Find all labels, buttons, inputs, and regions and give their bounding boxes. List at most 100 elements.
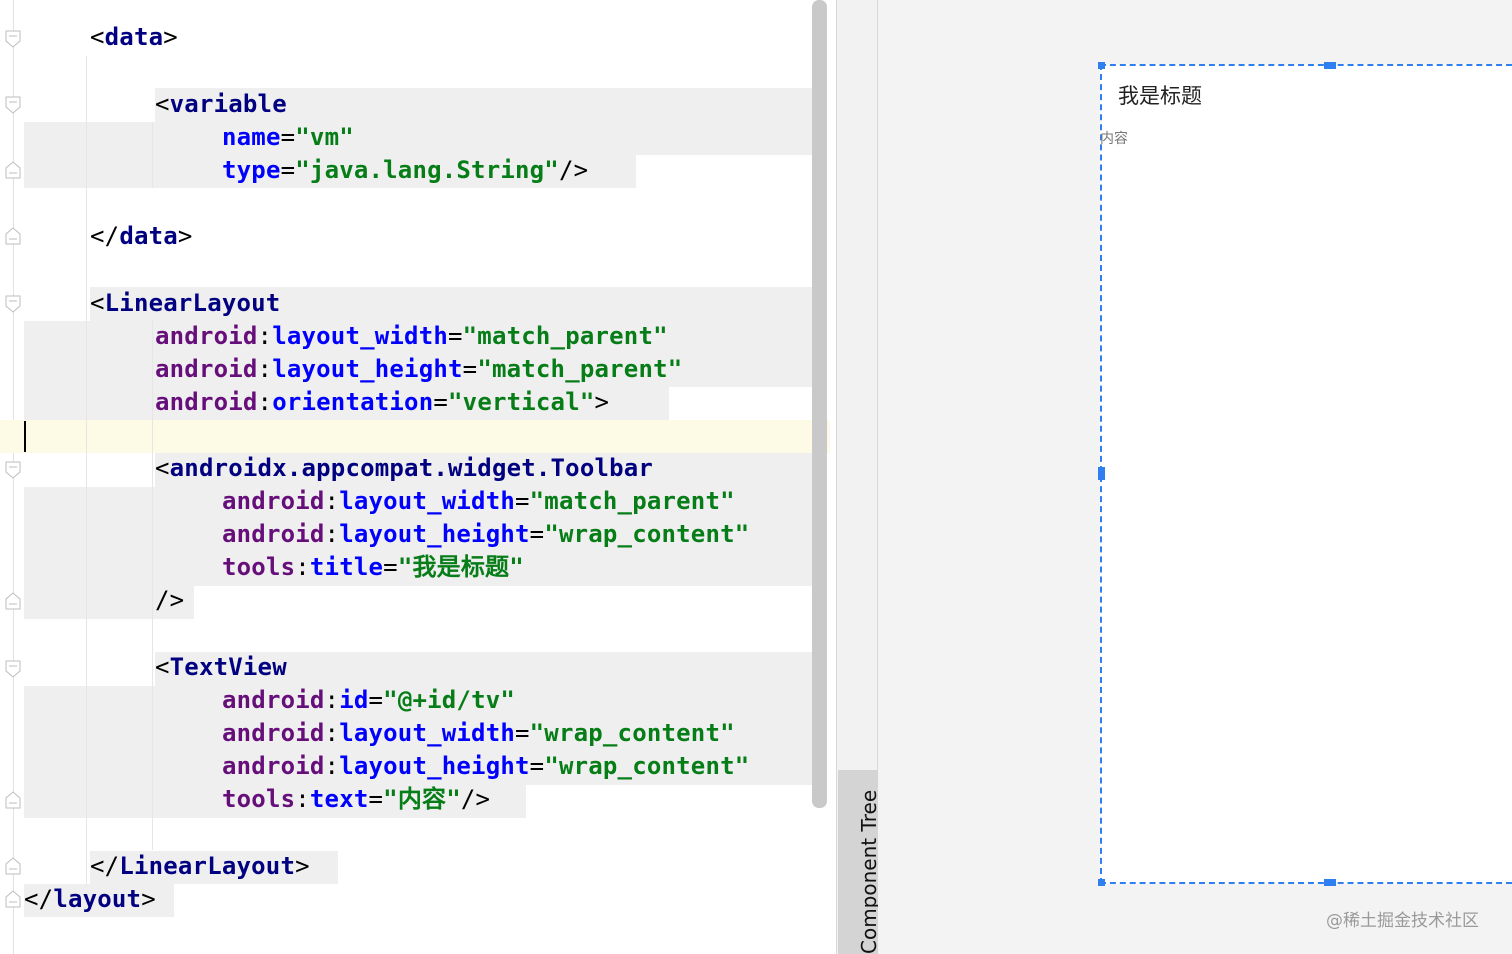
indent-guide [86,56,87,886]
code-line[interactable]: /> [155,584,184,617]
code-token: : [324,487,340,515]
code-token: androidx.appcompat.widget.Toolbar [169,454,654,482]
vertical-scrollbar[interactable] [812,0,827,808]
resize-handle[interactable] [1098,467,1105,480]
code-token: > [163,23,178,51]
code-line[interactable]: android:layout_height="wrap_content" [222,518,749,551]
code-token: layout_width [272,322,448,350]
code-token: = [448,322,463,350]
code-token: < [155,653,170,681]
code-line[interactable]: android:layout_height="match_parent" [155,353,682,386]
textview-preview[interactable]: 内容 [1100,128,1128,148]
component-tree-label[interactable]: Component Tree [857,790,881,954]
code-line[interactable]: android:id="@+id/tv" [222,684,515,717]
code-token: </ [90,852,120,880]
code-token: title [309,553,384,581]
code-token: = [515,719,530,747]
fold-close-icon[interactable] [5,890,21,908]
code-token: layout_width [339,487,515,515]
toolbar-title[interactable]: 我是标题 [1118,80,1202,110]
fold-open-icon[interactable] [5,295,21,313]
watermark: @稀土掘金技术社区 [1326,911,1479,931]
code-token: = [433,388,449,416]
code-token: = [529,752,545,780]
code-line[interactable]: <TextView [155,651,287,684]
code-line[interactable]: <LinearLayout [90,287,280,320]
code-token: : [295,553,310,581]
code-line[interactable]: <variable [155,88,287,121]
code-token: : [324,686,340,714]
device-frame[interactable] [1100,64,1512,884]
code-token: LinearLayout [119,852,296,880]
code-line[interactable]: tools:title="我是标题" [222,551,524,584]
code-line[interactable]: android:layout_height="wrap_content" [222,750,749,783]
code-token: android [222,487,325,515]
code-token: android [222,686,325,714]
text-caret [24,421,26,452]
resize-handle[interactable] [1098,62,1105,69]
code-token: = [280,156,296,184]
code-token: : [324,520,340,548]
code-token: variable [169,90,287,118]
code-token: "java.lang.String" [295,156,559,184]
code-token: </ [24,885,54,913]
code-token: "vm" [295,123,354,151]
code-token: < [90,23,105,51]
code-token: "vertical" [448,388,595,416]
code-token: > [594,388,610,416]
code-token: = [515,487,530,515]
code-token: layout_height [339,752,530,780]
code-token: </ [90,222,120,250]
code-token: "wrap_content" [529,719,735,747]
code-editor[interactable]: <data> <variable name="vm" type="java.lang.… [0,0,830,954]
code-line[interactable]: type="java.lang.String"/> [222,154,588,187]
code-token: /> [460,785,491,813]
code-token: "match_parent" [477,355,683,383]
resize-handle[interactable] [1098,879,1105,886]
code-token: = [383,553,398,581]
fold-close-icon[interactable] [5,857,21,875]
code-token: data [104,23,164,51]
code-line[interactable]: <data> [90,21,178,54]
code-token: = [368,686,384,714]
code-token: "match_parent" [462,322,668,350]
code-token: id [339,686,369,714]
fold-close-icon[interactable] [5,791,21,809]
fold-close-icon[interactable] [5,161,21,179]
fold-open-icon[interactable] [5,96,21,114]
code-token: "我是标题" [397,553,524,581]
resize-handle[interactable] [1324,62,1336,69]
fold-close-icon[interactable] [5,592,21,610]
code-line[interactable]: android:orientation="vertical"> [155,386,609,419]
code-token: tools [222,785,296,813]
code-token: android [222,719,325,747]
code-token: LinearLayout [104,289,281,317]
indent-guide [152,122,153,188]
code-line[interactable]: </LinearLayout> [90,850,310,883]
code-token: = [462,355,478,383]
code-line[interactable]: android:layout_width="match_parent" [155,320,668,353]
code-token: : [257,355,273,383]
code-line[interactable]: </data> [90,220,193,253]
code-token: android [155,388,258,416]
resize-handle[interactable] [1324,879,1336,886]
code-token: > [295,852,310,880]
code-token: "match_parent" [529,487,735,515]
code-token: = [368,785,384,813]
code-line[interactable]: </layout> [24,883,156,916]
code-token: tools [222,553,296,581]
code-line[interactable]: android:layout_width="wrap_content" [222,717,735,750]
fold-open-icon[interactable] [5,30,21,48]
code-line[interactable]: name="vm" [222,121,354,154]
fold-open-icon[interactable] [5,660,21,678]
code-line[interactable]: android:layout_width="match_parent" [222,485,735,518]
code-token: < [90,289,105,317]
current-line-highlight [0,420,830,453]
code-line[interactable]: tools:text="内容"/> [222,783,490,816]
code-line[interactable]: <androidx.appcompat.widget.Toolbar [155,452,653,485]
fold-open-icon[interactable] [5,461,21,479]
code-token: layout_height [272,355,463,383]
code-token: < [155,90,170,118]
code-token: android [155,355,258,383]
fold-close-icon[interactable] [5,227,21,245]
